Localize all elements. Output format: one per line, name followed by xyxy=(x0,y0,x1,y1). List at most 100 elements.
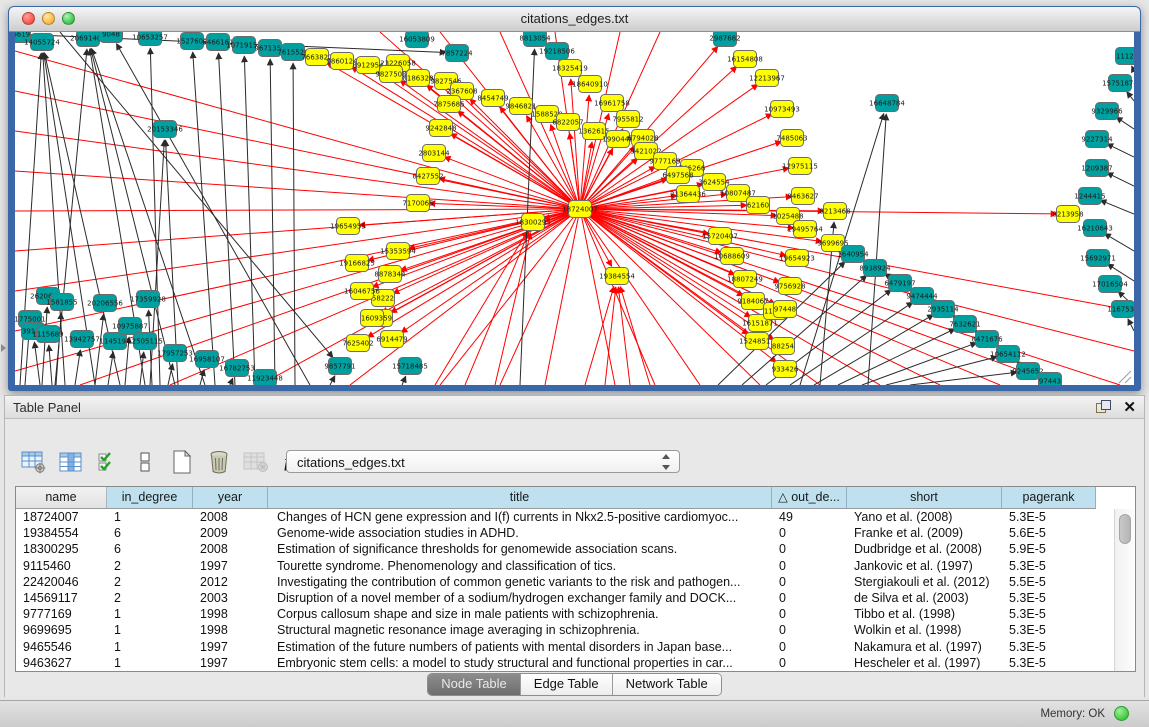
tab-edge-table[interactable]: Edge Table xyxy=(520,674,612,695)
scrollbar-thumb[interactable] xyxy=(1119,514,1131,544)
graph-node[interactable]: 8454749 xyxy=(477,90,508,107)
graph-node[interactable]: 1581855 xyxy=(46,294,77,311)
graph-node[interactable]: 2803144 xyxy=(418,145,450,162)
graph-node[interactable]: 19654955 xyxy=(330,218,366,235)
float-panel-icon[interactable] xyxy=(1096,400,1110,414)
table-row[interactable]: 2242004622012Investigating the contribut… xyxy=(16,574,1115,590)
graph-node[interactable]: 7955812 xyxy=(612,111,643,128)
graph-node[interactable]: 18640910 xyxy=(572,76,608,93)
column-header[interactable]: in_degree xyxy=(107,487,193,509)
column-header[interactable]: △ out_de... xyxy=(772,487,847,509)
graph-node[interactable]: 6914479 xyxy=(376,331,407,348)
tab-node-table[interactable]: Node Table xyxy=(428,674,520,695)
graph-node[interactable]: 16053809 xyxy=(399,32,435,48)
graph-node[interactable]: 1640954 xyxy=(837,246,869,263)
graph-node[interactable]: 11123 xyxy=(1116,48,1135,65)
column-visibility-icon[interactable] xyxy=(58,449,84,475)
column-header[interactable]: short xyxy=(847,487,1002,509)
graph-node[interactable]: 1244415 xyxy=(1074,188,1105,205)
column-select-checks-icon[interactable] xyxy=(95,449,121,475)
close-panel-icon[interactable]: ✕ xyxy=(1123,398,1136,416)
graph-node[interactable]: 7857224 xyxy=(441,45,473,62)
graph-node[interactable]: 2987682 xyxy=(709,32,740,47)
graph-node[interactable]: 16093 xyxy=(361,310,384,327)
graph-node[interactable]: 9463627 xyxy=(787,188,818,205)
graph-node[interactable]: 15692971 xyxy=(1080,250,1116,267)
new-column-icon[interactable] xyxy=(169,449,195,475)
graph-node[interactable]: 6497568 xyxy=(662,167,693,184)
table-row[interactable]: 969969511998Structural magnetic resonanc… xyxy=(16,622,1115,638)
graph-node[interactable]: 1115689 xyxy=(32,326,63,343)
graph-node[interactable]: 3624554 xyxy=(698,174,730,191)
graph-node[interactable]: 19654923 xyxy=(779,250,815,267)
graph-node[interactable]: 9857791 xyxy=(324,358,355,375)
table-row[interactable]: 1938455462009Genome-wide association stu… xyxy=(16,525,1115,541)
graph-node[interactable]: 16648784 xyxy=(869,95,905,112)
window-resize-grip[interactable] xyxy=(1119,371,1131,383)
graph-node[interactable]: 7485063 xyxy=(776,130,807,147)
graph-node[interactable]: 16154808 xyxy=(727,51,763,68)
table-row[interactable]: 911546021997Tourette syndrome. Phenomeno… xyxy=(16,558,1115,574)
graph-node[interactable]: 9329966 xyxy=(1091,103,1123,120)
graph-node[interactable]: 17016504 xyxy=(1092,276,1128,293)
row-height-icon[interactable] xyxy=(132,449,158,475)
graph-node[interactable]: 12975115 xyxy=(782,158,818,175)
graph-node[interactable]: 8186328 xyxy=(402,70,433,87)
graph-node[interactable]: 10654112 xyxy=(990,346,1026,363)
table-row[interactable]: 946362711997Embryonic stem cells: a mode… xyxy=(16,655,1115,671)
graph-node[interactable]: 7632621 xyxy=(949,316,980,333)
graph-node[interactable]: 1209387 xyxy=(1081,160,1112,177)
graph-node[interactable]: 12213967 xyxy=(749,70,785,87)
table-row[interactable]: 946554611997Estimation of the future num… xyxy=(16,639,1115,655)
collapse-panel-arrow-icon[interactable] xyxy=(1,344,6,352)
table-row[interactable]: 1872400712008Changes of HCN gene express… xyxy=(16,509,1115,525)
delete-column-icon[interactable] xyxy=(206,449,232,475)
column-header[interactable]: pagerank xyxy=(1002,487,1096,509)
vertical-scrollbar[interactable] xyxy=(1114,509,1135,671)
graph-node[interactable]: 7875685 xyxy=(433,96,464,113)
table-row[interactable]: 1830029562008Estimation of significance … xyxy=(16,541,1115,557)
graph-node[interactable]: 88254 xyxy=(772,338,795,355)
graph-node[interactable]: 9227314 xyxy=(1081,131,1113,148)
window-titlebar[interactable]: citations_edges.txt xyxy=(9,7,1140,32)
graph-node[interactable]: 8213468 xyxy=(819,203,850,220)
graph-node[interactable]: 9756928 xyxy=(774,278,805,295)
table-row[interactable]: 977716911998Corpus callosum shape and si… xyxy=(16,606,1115,622)
graph-edge xyxy=(377,71,580,209)
tab-network-table[interactable]: Network Table xyxy=(612,674,721,695)
graph-node[interactable]: 15718485 xyxy=(392,358,428,375)
table-options-icon[interactable] xyxy=(21,449,47,475)
graph-node[interactable]: 18325419 xyxy=(552,60,588,77)
table-row[interactable]: 1456911722003Disruption of a novel membe… xyxy=(16,590,1115,606)
graph-node[interactable]: 7625402 xyxy=(342,335,373,352)
graph-node[interactable]: 16961758 xyxy=(594,95,630,112)
graph-node[interactable]: 62160 xyxy=(747,197,770,214)
graph-node[interactable]: 10975887 xyxy=(112,318,148,335)
graph-node[interactable]: 8213958 xyxy=(1052,206,1083,223)
graph-node[interactable]: 1167534 xyxy=(1107,301,1134,318)
graph-node[interactable]: 21364436 xyxy=(670,186,706,203)
graph-node[interactable]: 933426 xyxy=(772,361,799,378)
graph-node[interactable]: 8938924 xyxy=(859,260,891,277)
graph-node[interactable]: 8878344 xyxy=(374,266,406,283)
graph-node[interactable]: 15751874 xyxy=(1102,75,1134,92)
table-cell: 5.3E-5 xyxy=(1002,590,1096,606)
graph-node[interactable]: 13942757 xyxy=(64,331,100,348)
column-header[interactable]: title xyxy=(268,487,772,509)
graph-node[interactable]: 10653257 xyxy=(132,32,168,46)
graph-node[interactable]: 9048 xyxy=(100,32,123,43)
graph-node[interactable]: 7170065 xyxy=(402,195,433,212)
graph-node[interactable]: 2935114 xyxy=(927,301,959,318)
graph-node[interactable]: 12505115 xyxy=(127,333,163,350)
graph-node[interactable]: 8427552 xyxy=(412,168,443,185)
graph-node[interactable]: 9242848 xyxy=(425,120,456,137)
column-header[interactable]: name xyxy=(16,487,107,509)
graph-node[interactable]: 97448 xyxy=(774,301,797,318)
graph-node[interactable]: 8471676 xyxy=(971,331,1003,348)
graph-node[interactable]: 97443 xyxy=(1039,373,1062,386)
graph-node[interactable]: 10688609 xyxy=(714,248,750,265)
table-selector-dropdown[interactable]: citations_edges.txt xyxy=(286,450,680,473)
graph-node[interactable]: 16210643 xyxy=(1077,220,1113,237)
column-header[interactable]: year xyxy=(193,487,268,509)
network-canvas[interactable]: 1661914055724206914069048106532571527602… xyxy=(15,32,1134,385)
